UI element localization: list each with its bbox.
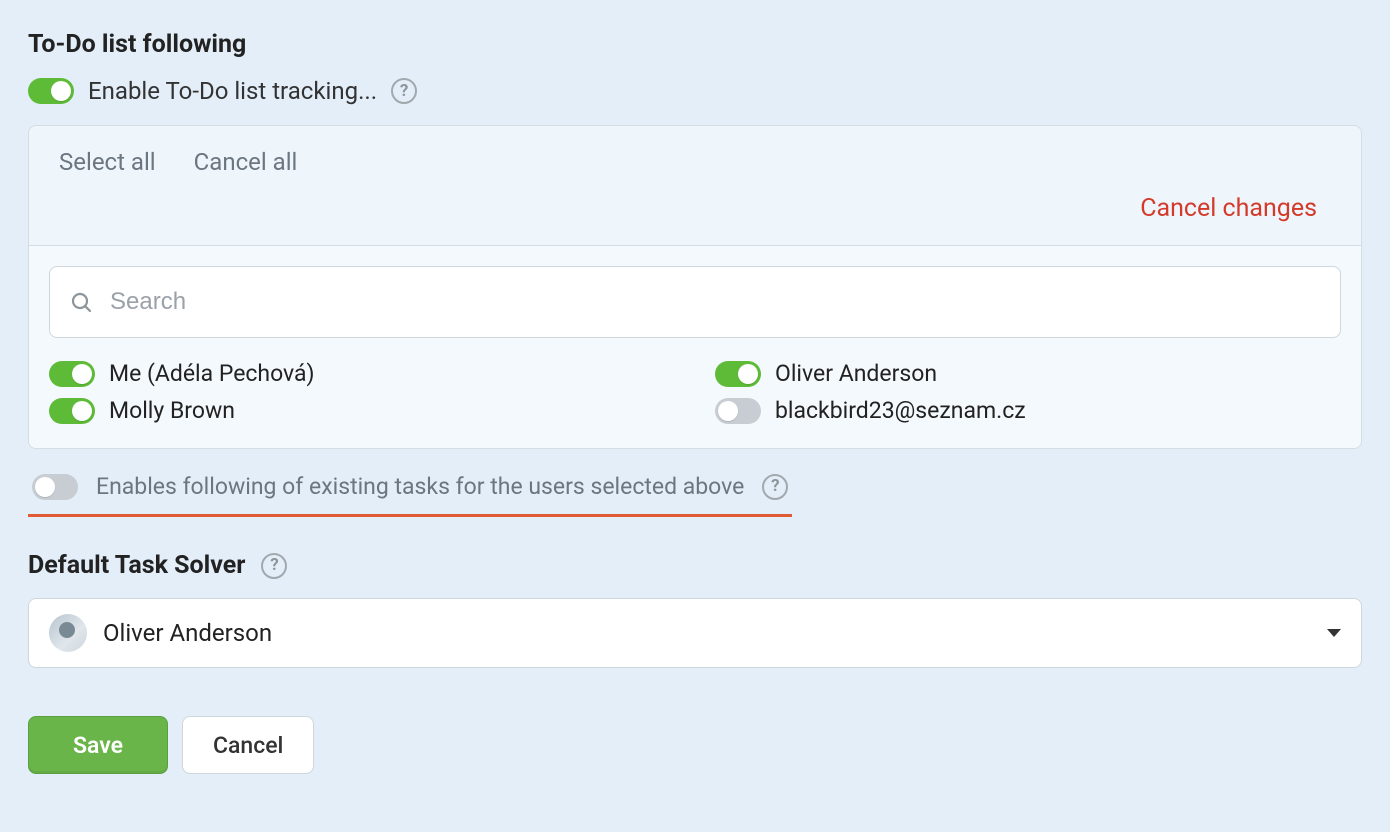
cancel-changes-link[interactable]: Cancel changes [1140, 194, 1317, 223]
follow-existing-toggle[interactable] [32, 474, 78, 500]
panel-header: Select all Cancel all Cancel changes [29, 126, 1361, 245]
solver-selected-label: Oliver Anderson [103, 619, 1311, 647]
enable-tracking-row: Enable To-Do list tracking... ? [28, 77, 1362, 105]
form-buttons: Save Cancel [28, 716, 1362, 774]
default-solver-select[interactable]: Oliver Anderson [28, 598, 1362, 668]
enable-tracking-toggle[interactable] [28, 78, 74, 104]
chevron-down-icon [1327, 629, 1341, 637]
user-item: Me (Adéla Pechová) [49, 360, 675, 387]
user-name: Molly Brown [109, 397, 235, 424]
user-name: blackbird23@seznam.cz [775, 397, 1026, 424]
user-name: Oliver Anderson [775, 360, 937, 387]
user-selection-panel: Select all Cancel all Cancel changes [28, 125, 1362, 449]
section-title-solver: Default Task Solver [28, 551, 245, 580]
user-name: Me (Adéla Pechová) [109, 360, 315, 387]
select-all-link[interactable]: Select all [59, 148, 156, 176]
user-item: blackbird23@seznam.cz [715, 397, 1341, 424]
help-icon[interactable]: ? [391, 78, 417, 104]
enable-tracking-label: Enable To-Do list tracking... [88, 77, 377, 105]
user-toggle[interactable] [715, 398, 761, 424]
section-title-following: To-Do list following [28, 30, 1362, 59]
cancel-button[interactable]: Cancel [182, 716, 314, 774]
panel-body: Me (Adéla Pechová) Oliver Anderson Molly… [29, 245, 1361, 448]
cancel-all-link[interactable]: Cancel all [194, 148, 298, 176]
user-toggle[interactable] [49, 398, 95, 424]
search-input[interactable] [108, 287, 1322, 317]
help-icon[interactable]: ? [762, 474, 788, 500]
search-icon [68, 289, 94, 315]
follow-existing-label: Enables following of existing tasks for … [96, 473, 744, 500]
cancel-changes-row: Cancel changes [59, 194, 1331, 223]
help-icon[interactable]: ? [261, 553, 287, 579]
bulk-actions: Select all Cancel all [59, 148, 1331, 176]
user-toggle[interactable] [49, 361, 95, 387]
follow-existing-row: Enables following of existing tasks for … [28, 467, 792, 517]
user-item: Molly Brown [49, 397, 675, 424]
save-button[interactable]: Save [28, 716, 168, 774]
avatar [49, 614, 87, 652]
solver-title-row: Default Task Solver ? [28, 551, 1362, 580]
search-wrap [49, 266, 1341, 338]
user-grid: Me (Adéla Pechová) Oliver Anderson Molly… [49, 360, 1341, 424]
settings-page: To-Do list following Enable To-Do list t… [0, 0, 1390, 814]
user-item: Oliver Anderson [715, 360, 1341, 387]
user-toggle[interactable] [715, 361, 761, 387]
